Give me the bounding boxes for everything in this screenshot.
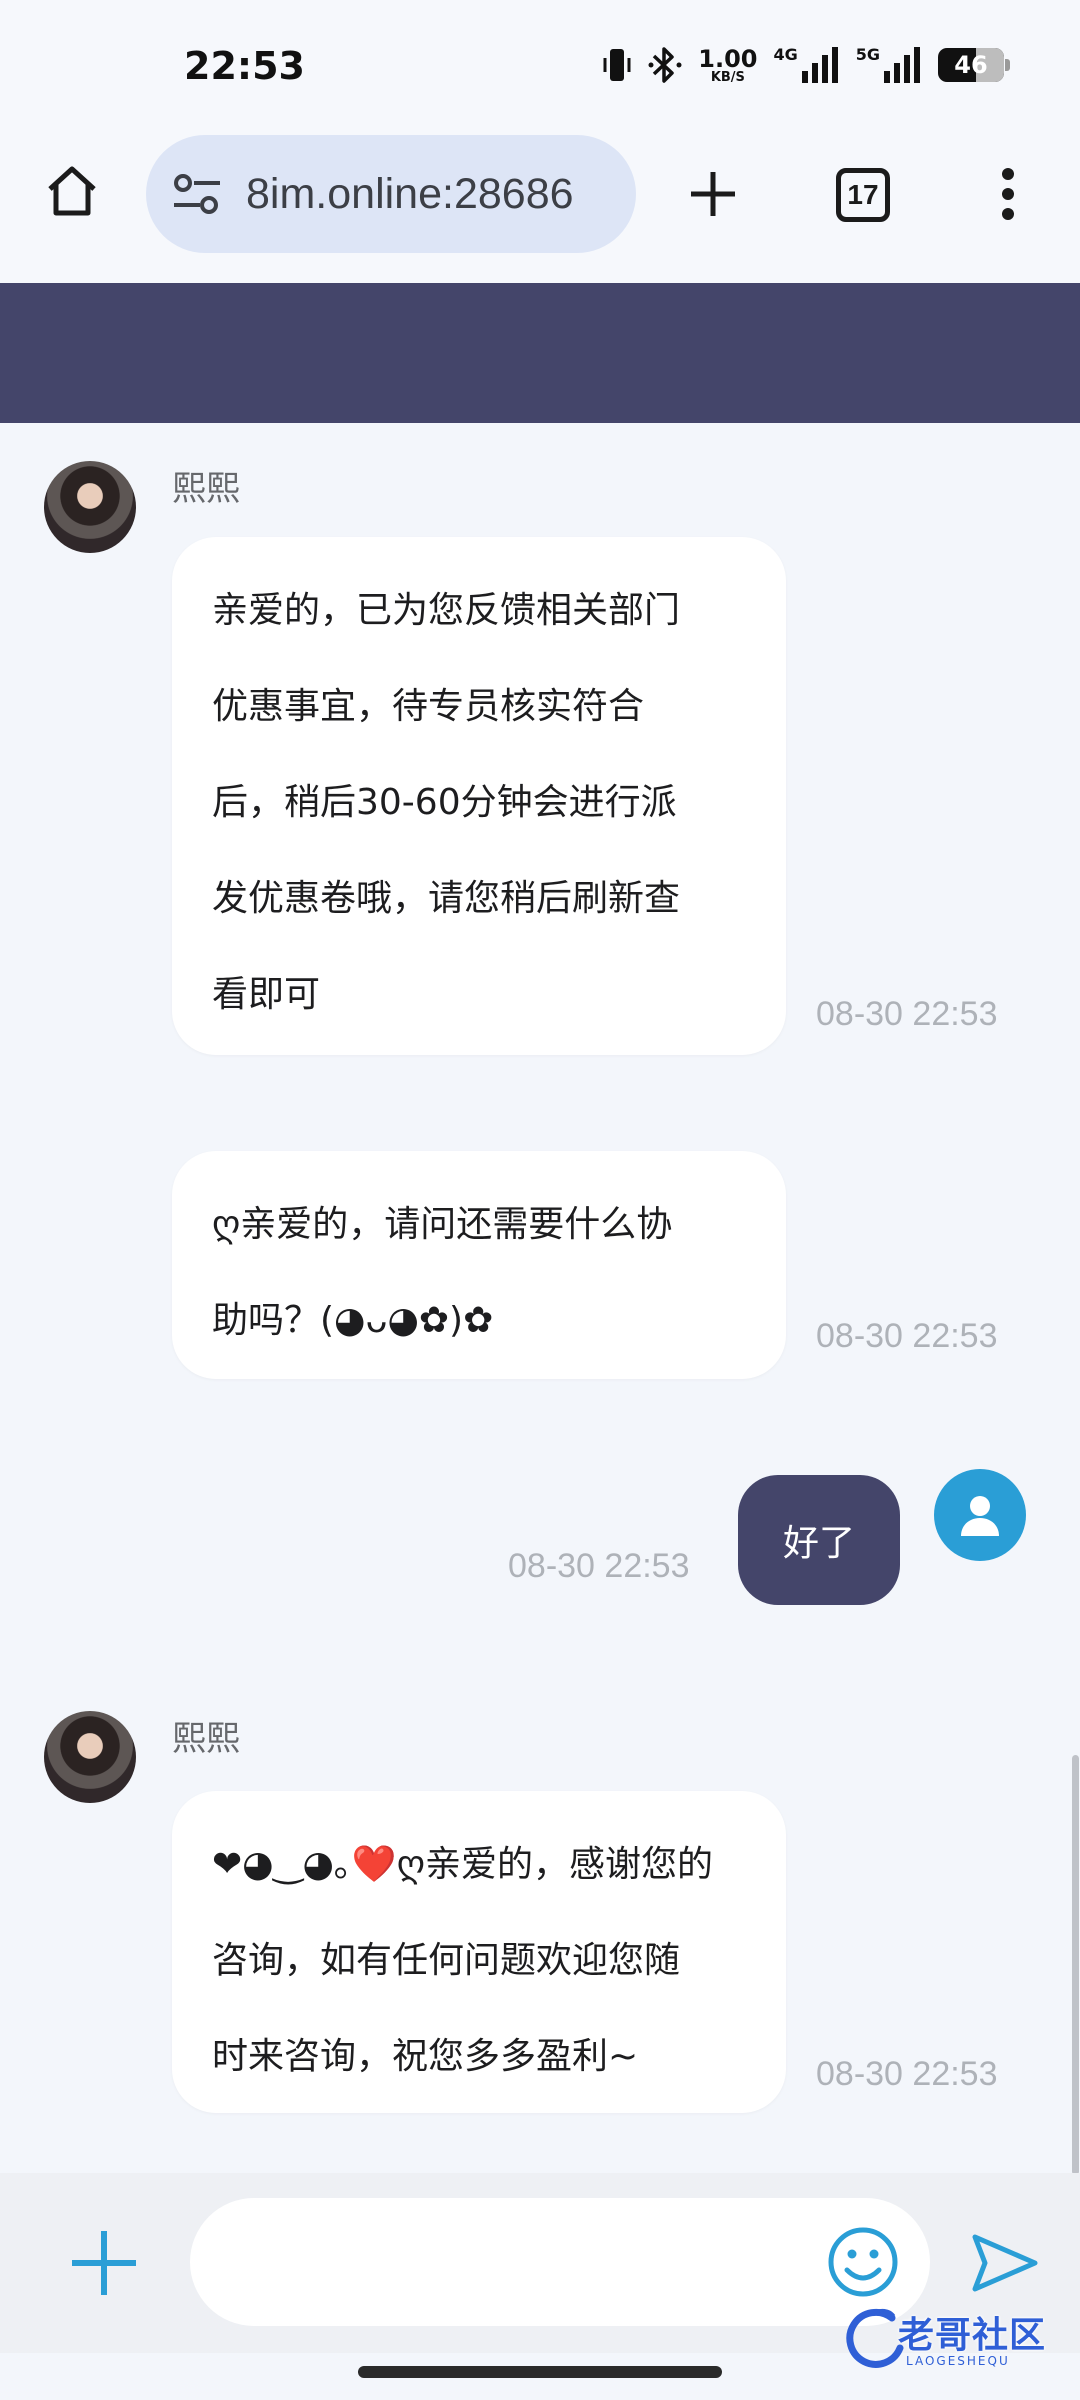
message-line: ღ亲爱的，请问还需要什么协	[212, 1204, 673, 1245]
home-button[interactable]	[38, 157, 106, 225]
watermark-subtext: LAOGESHEQU	[906, 2354, 1010, 2368]
sender-name: 熙熙	[172, 1719, 240, 1759]
status-bar: 22:53 1.00 KB/S 4G 5G 46	[0, 0, 1080, 135]
more-menu-button[interactable]	[982, 161, 1034, 227]
message-bubble[interactable]: ❤◕‿◕｡❤️ღ亲爱的，感谢您的 咨询，如有任何问题欢迎您随 时来咨询，祝您多多…	[172, 1791, 786, 2113]
battery-level: 46	[954, 51, 988, 79]
message-list: 熙熙 亲爱的，已为您反馈相关部门 优惠事宜，待专员核实符合 后，稍后30-60分…	[0, 423, 1080, 2173]
message-text: 好了	[782, 1523, 855, 1564]
message-line: 亲爱的，已为您反馈相关部门	[212, 590, 681, 631]
message-line: ❤◕‿◕｡❤️ღ亲爱的，感谢您的	[212, 1844, 714, 1885]
avatar[interactable]	[44, 461, 136, 553]
avatar[interactable]	[44, 1711, 136, 1803]
home-icon	[48, 166, 96, 216]
message-bubble[interactable]: ღ亲爱的，请问还需要什么协 助吗？(◕ᴗ◕✿)✿	[172, 1151, 786, 1379]
vibrate-icon	[602, 46, 632, 84]
tab-count: 17	[847, 179, 879, 210]
url-text[interactable]: 8im.online:28686	[246, 170, 574, 219]
signal-type-label: 5G	[855, 45, 880, 64]
address-bar[interactable]: 8im.online:28686	[146, 135, 636, 253]
message-time: 08-30 22:53	[816, 995, 998, 1033]
message-line: 优惠事宜，待专员核实符合	[212, 686, 645, 727]
net-speed-value: 1.00	[698, 44, 758, 73]
message-bubble[interactable]: 亲爱的，已为您反馈相关部门 优惠事宜，待专员核实符合 后，稍后30-60分钟会进…	[172, 537, 786, 1055]
emoji-icon	[828, 2227, 898, 2297]
gesture-navigation-handle[interactable]	[358, 2366, 722, 2378]
add-attachment-button[interactable]	[66, 2225, 142, 2301]
send-icon	[972, 2234, 1038, 2292]
new-tab-button[interactable]	[680, 161, 746, 227]
status-icons: 1.00 KB/S 4G 5G 46	[602, 40, 1010, 90]
message-line: 咨询，如有任何问题欢迎您随	[212, 1940, 681, 1981]
status-time: 22:53	[184, 44, 305, 88]
message-line: 发优惠卷哦，请您稍后刷新查	[212, 878, 681, 919]
signal-icon: 4G	[773, 45, 839, 85]
message-line: 看即可	[212, 974, 321, 1015]
message-line: 助吗？(◕ᴗ◕✿)✿	[212, 1300, 494, 1341]
user-icon	[961, 1496, 999, 1536]
message-line: 时来咨询，祝您多多盈利~	[212, 2036, 639, 2077]
net-speed-unit: KB/S	[710, 69, 745, 85]
more-vert-icon	[1002, 168, 1014, 220]
message-input[interactable]	[190, 2198, 930, 2326]
sender-name: 熙熙	[172, 469, 240, 509]
tabs-button[interactable]: 17	[836, 168, 890, 222]
message-line: 后，稍后30-60分钟会进行派	[212, 782, 677, 823]
watermark-logo: 老哥社区 LAOGESHEQU	[842, 2300, 1066, 2376]
battery-icon: 46	[938, 48, 1010, 82]
signal-icon: 5G	[856, 45, 922, 85]
scrollbar[interactable]	[1072, 1755, 1079, 2175]
browser-toolbar: 8im.online:28686 17	[0, 135, 1080, 283]
bluetooth-icon	[648, 45, 682, 85]
message-time: 08-30 22:53	[816, 2055, 998, 2093]
outgoing-message-bubble[interactable]: 好了	[738, 1475, 900, 1605]
user-avatar[interactable]	[934, 1469, 1026, 1561]
emoji-button[interactable]	[822, 2221, 904, 2303]
message-time: 08-30 22:53	[508, 1547, 690, 1585]
watermark-text: 老哥社区	[898, 2315, 1047, 2356]
plus-icon	[72, 2231, 136, 2295]
plus-icon	[691, 172, 735, 216]
net-speed: 1.00 KB/S	[698, 47, 757, 84]
send-button[interactable]	[966, 2225, 1042, 2301]
chat-header	[0, 283, 1080, 423]
site-settings-icon[interactable]	[170, 167, 224, 221]
message-time: 08-30 22:53	[816, 1317, 998, 1355]
signal-type-label: 4G	[773, 45, 798, 64]
